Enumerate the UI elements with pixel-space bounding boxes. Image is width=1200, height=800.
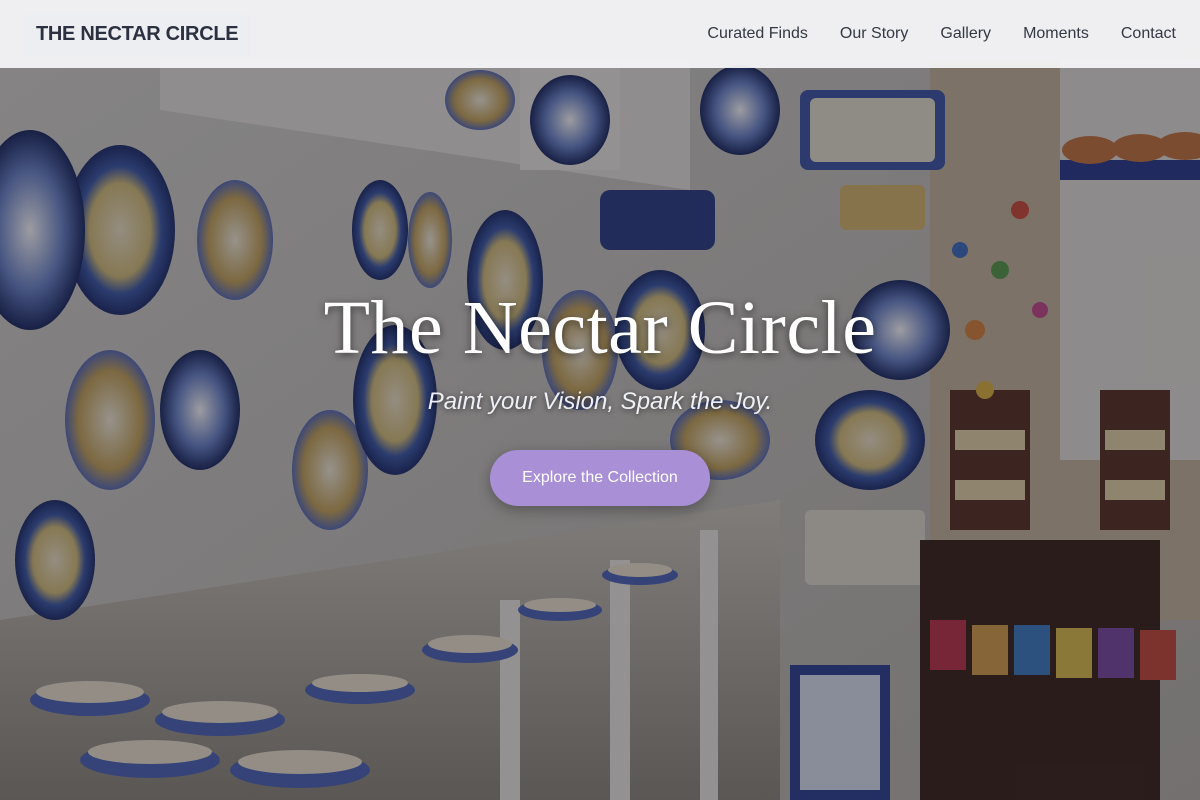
explore-collection-button[interactable]: Explore the Collection [490, 450, 710, 506]
main-nav: Curated Finds Our Story Gallery Moments … [691, 25, 1176, 43]
top-navbar: THE NECTAR CIRCLE Curated Finds Our Stor… [0, 0, 1200, 68]
nav-link-moments[interactable]: Moments [1007, 25, 1105, 43]
hero-subtitle: Paint your Vision, Spark the Joy. [427, 388, 773, 415]
hero-title: The Nectar Circle [323, 286, 877, 370]
nav-link-curated-finds[interactable]: Curated Finds [691, 25, 824, 43]
brand-logo-text[interactable]: THE NECTAR CIRCLE [24, 12, 251, 56]
nav-link-gallery[interactable]: Gallery [924, 25, 1007, 43]
nav-link-contact[interactable]: Contact [1105, 25, 1176, 43]
hero-section: The Nectar Circle Paint your Vision, Spa… [0, 290, 1200, 506]
nav-link-our-story[interactable]: Our Story [824, 25, 924, 43]
